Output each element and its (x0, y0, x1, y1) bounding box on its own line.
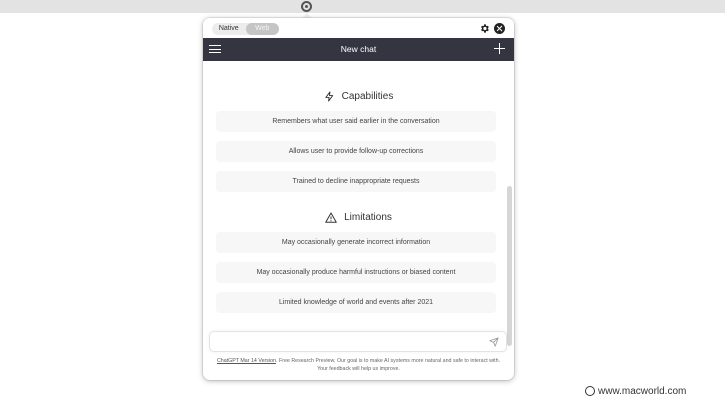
capability-item: Allows user to provide follow-up correct… (216, 141, 496, 162)
warning-icon (325, 212, 337, 223)
footer-text: . Free Research Preview. Our goal is to … (276, 358, 501, 372)
capability-item: Remembers what user said earlier in the … (216, 111, 496, 132)
send-icon[interactable] (489, 337, 499, 347)
watermark-text: www.macworld.com (598, 386, 687, 397)
close-icon[interactable] (494, 23, 505, 34)
capabilities-heading: Capabilities (203, 90, 514, 104)
new-chat-plus-icon[interactable] (494, 43, 505, 54)
limitation-item: May occasionally generate incorrect info… (216, 232, 496, 253)
message-input[interactable] (209, 331, 507, 352)
mode-segmented-control: Native Web (212, 23, 279, 35)
menu-icon[interactable] (209, 43, 221, 55)
capabilities-title: Capabilities (341, 91, 394, 102)
watermark: www.macworld.com (585, 386, 686, 397)
segment-web[interactable]: Web (245, 23, 279, 35)
footer-disclaimer: ChatGPT Mar 14 Version. Free Research Pr… (211, 357, 506, 373)
limitations-title: Limitations (344, 212, 392, 223)
lightning-icon (325, 91, 333, 102)
menu-bar (0, 0, 725, 13)
chat-popover: Native Web New chat Capabilities Remembe… (203, 18, 514, 380)
chatgpt-menubar-icon[interactable] (301, 1, 312, 12)
popover-toolbar: Native Web (203, 18, 514, 38)
capability-item: Trained to decline inappropriate request… (216, 171, 496, 192)
version-link[interactable]: ChatGPT Mar 14 Version (217, 358, 276, 364)
limitation-item: May occasionally produce harmful instruc… (216, 262, 496, 283)
gear-icon[interactable] (479, 23, 490, 34)
macworld-logo-icon (585, 386, 595, 397)
limitation-item: Limited knowledge of world and events af… (216, 292, 496, 313)
segment-native[interactable]: Native (212, 23, 246, 35)
chat-navbar: New chat (203, 38, 514, 61)
nav-title: New chat (340, 44, 377, 54)
scrollbar[interactable] (507, 186, 512, 346)
chat-content: Capabilities Remembers what user said ea… (203, 61, 514, 344)
limitations-heading: Limitations (203, 211, 514, 225)
